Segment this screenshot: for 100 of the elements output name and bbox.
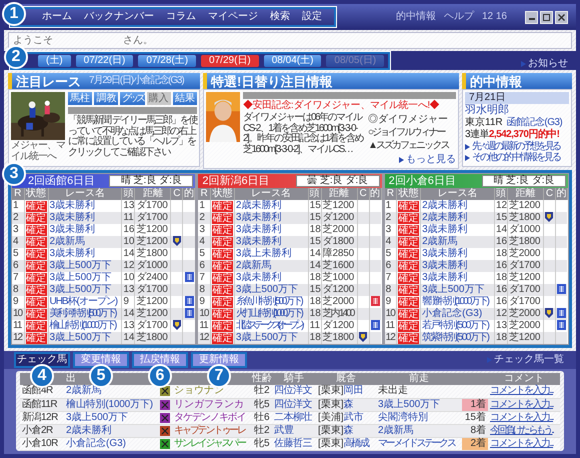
table-cell-text: 芝2000	[508, 320, 542, 332]
pick-text: ◎ダイワメジャー	[368, 113, 449, 126]
race-link[interactable]: 3歳上500万下	[422, 284, 494, 296]
race-link[interactable]: 3歳上500万下	[50, 272, 122, 284]
header-link[interactable]: 的中情報	[396, 11, 436, 23]
race-link[interactable]: 3歳上500万下	[50, 332, 122, 344]
nav-link[interactable]: マイページ	[208, 11, 258, 23]
nav-link[interactable]: 設定	[302, 11, 322, 23]
status-badge: 確定	[26, 320, 46, 332]
jockey-link[interactable]: 佐藤哲三	[274, 438, 316, 450]
race-link[interactable]: 若戸特別(500万下)	[422, 320, 494, 332]
nav-link[interactable]: バックナンバー	[84, 11, 154, 23]
info-link[interactable]: 先々週の最新の予想を見る	[465, 141, 569, 152]
race-link[interactable]: 糸魚川特別(500万下)	[236, 296, 308, 308]
race-button[interactable]: 馬柱	[68, 92, 92, 105]
race-link[interactable]: 3歳上500万下	[50, 284, 122, 296]
race-link[interactable]: 函館記念(G3)	[506, 117, 562, 129]
race-link[interactable]: UHB杯(オープン)	[50, 296, 122, 308]
comment-link[interactable]: コメントを入力...	[490, 385, 560, 398]
race-link[interactable]: 3歳上500万下	[66, 412, 160, 424]
race-link[interactable]: 3歳未勝利	[422, 260, 494, 272]
date-tab[interactable]: 07/29(日)	[201, 54, 259, 66]
race-link[interactable]: 3歳未勝利	[422, 224, 494, 236]
venue-title: 2回新潟6日目	[201, 175, 271, 187]
info-link[interactable]: その他の的中情報を見る	[465, 152, 569, 163]
race-link[interactable]: 3歳上500万下	[50, 260, 122, 272]
welcome-text: ようこそ	[13, 34, 54, 46]
race-link[interactable]: 2歳新馬	[50, 236, 122, 248]
trainer-link[interactable]: 岡田	[344, 385, 364, 398]
nav-link[interactable]: ホーム	[42, 11, 72, 23]
list-link[interactable]: チェック馬一覧	[487, 354, 564, 366]
race-link[interactable]: 3歳未勝利	[236, 236, 308, 248]
comment-link[interactable]: コメントを入力...	[490, 398, 560, 410]
close-button[interactable]	[555, 10, 568, 24]
horse-link[interactable]: タケデンノキボイ	[174, 412, 252, 424]
race-link[interactable]: 小倉記念(G3)	[422, 308, 494, 320]
comment-link[interactable]: コメントを入力...	[490, 412, 560, 424]
race-link[interactable]: 3歳未勝利	[422, 272, 494, 284]
jockey-link[interactable]: 四位洋文	[274, 385, 316, 398]
race-link[interactable]: 小倉記念(G3)	[66, 438, 160, 450]
race-link[interactable]: 響灘特別(1000万下)	[422, 296, 494, 308]
header-link[interactable]: ヘルプ	[444, 11, 474, 23]
status-badge: 確定	[398, 224, 420, 236]
status-badge: 確定	[212, 212, 233, 224]
horse-link[interactable]: リンガフランカ	[174, 398, 252, 410]
last-race-link[interactable]: 3歳上500万下	[378, 398, 462, 410]
race-link[interactable]: 2歳新馬	[236, 260, 308, 272]
horse-link[interactable]: キャプテントゥーレ	[174, 424, 252, 436]
notice-link[interactable]: お知らせ	[521, 58, 568, 70]
trainer-link[interactable]: 高橋成	[344, 438, 368, 450]
last-race-link[interactable]: マーメイドステークス	[378, 438, 462, 450]
author-link[interactable]: 羽水明郎	[465, 104, 569, 117]
race-link[interactable]: 2歳未勝利	[66, 424, 160, 436]
race-link[interactable]: 筑紫特別(500万下)	[422, 332, 494, 344]
jockey-link[interactable]: 二本柳壮	[274, 412, 316, 424]
race-link[interactable]: 2歳新馬	[422, 236, 494, 248]
trainer-link[interactable]: 森	[344, 424, 354, 436]
jockey-link[interactable]: 武豊	[274, 424, 316, 436]
horse-link[interactable]: サンレイジャスパー	[174, 438, 252, 450]
race-link[interactable]: 美利河特別(500万下)	[50, 308, 122, 320]
race-link[interactable]: 2歳未勝利	[422, 200, 494, 212]
race-link[interactable]: 3歳未勝利	[50, 224, 122, 236]
race-button[interactable]: 結果	[172, 92, 198, 105]
table-cell-text: 芝1800	[508, 212, 542, 224]
trainer-link[interactable]: 武市	[344, 412, 364, 424]
race-link[interactable]: 3歳上未勝利	[236, 248, 308, 260]
maximize-button[interactable]	[540, 10, 553, 24]
check-cell[interactable]	[357, 332, 370, 344]
race-link[interactable]: 2歳未勝利	[236, 200, 308, 212]
race-link[interactable]: 3歳未勝利	[236, 212, 308, 224]
race-link[interactable]: 檜山特別(1000万下)	[50, 320, 122, 332]
race-link[interactable]: 3歳未勝利	[422, 248, 494, 260]
panel-tab[interactable]: チェック馬	[16, 354, 68, 366]
nav-link[interactable]: 検索	[270, 11, 290, 23]
race-link[interactable]: 火打山特別(1000万下)	[236, 308, 308, 320]
race-link[interactable]: 3歳上500万下	[236, 332, 308, 344]
race-link[interactable]: 3歳未勝利	[50, 212, 122, 224]
more-link[interactable]: もっと見る	[399, 154, 456, 166]
race-link[interactable]: 3歳未勝利	[236, 224, 308, 236]
jockey-link[interactable]: 四位洋文	[274, 398, 316, 410]
trainer-link[interactable]: 森	[344, 398, 354, 410]
bullet-icon	[465, 154, 470, 160]
race-button[interactable]: 調教	[94, 92, 118, 105]
minimize-button[interactable]	[525, 10, 538, 24]
last-race-link[interactable]: 尖閣湾特別	[378, 412, 462, 424]
race-link[interactable]: 北陸ステークス(オープン)	[236, 320, 308, 332]
race-link[interactable]: 3歳未勝利	[50, 200, 122, 212]
last-race-link[interactable]: 2歳新馬	[378, 424, 462, 436]
region-text: [美浦]	[318, 412, 344, 424]
weather-text: 晴 芝:良 ダ:良	[109, 175, 194, 187]
panel-title: 注目レース	[16, 74, 81, 88]
comment-link[interactable]: コメントを入力...	[490, 438, 560, 450]
race-link[interactable]: 2歳未勝利	[422, 212, 494, 224]
race-link[interactable]: 3歳上500万下	[236, 284, 308, 296]
race-link[interactable]: 檜山特別(1000万下)	[66, 398, 160, 410]
nav-link[interactable]: コラム	[166, 11, 196, 23]
comment-link[interactable]: 今回負けたらもう...	[490, 424, 560, 436]
race-link[interactable]: 3歳未勝利	[236, 272, 308, 284]
race-link[interactable]: 3歳未勝利	[50, 248, 122, 260]
welcome-text: さん。	[123, 34, 153, 46]
